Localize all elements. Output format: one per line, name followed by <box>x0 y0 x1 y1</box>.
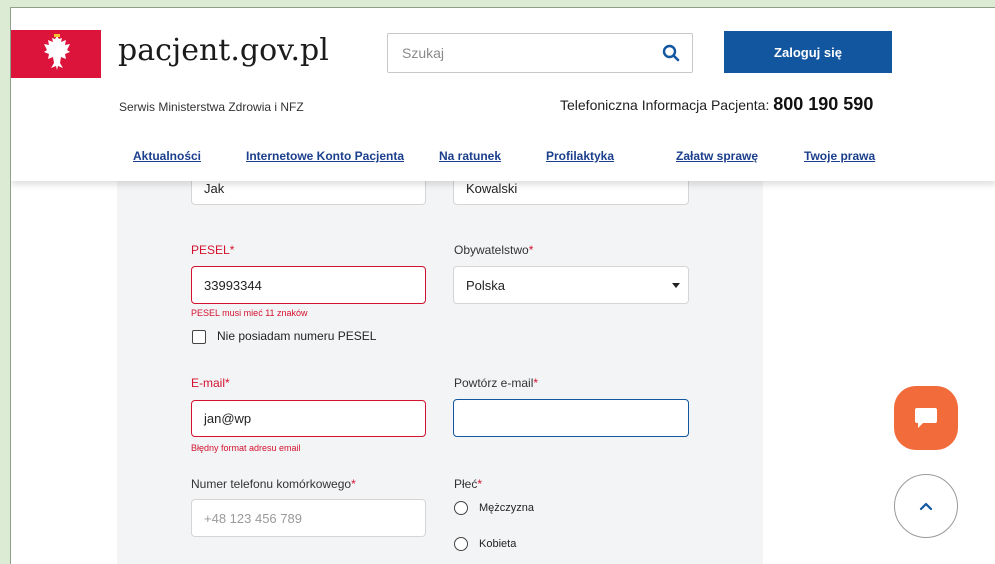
mobile-phone-input[interactable]: +48 123 456 789 <box>191 499 426 537</box>
gender-radio-female[interactable] <box>454 537 468 551</box>
pesel-value: 33993344 <box>204 277 262 293</box>
browser-viewport: Jak Kowalski PESEL* 33993344 PESEL musi … <box>10 7 995 564</box>
email-input[interactable]: jan@wp <box>191 400 426 437</box>
search-icon[interactable] <box>662 44 680 62</box>
nav-item-na-ratunek[interactable]: Na ratunek <box>439 149 501 163</box>
last-name-value: Kowalski <box>466 180 518 196</box>
polish-eagle-icon <box>44 34 70 70</box>
first-name-value: Jak <box>204 180 225 196</box>
pesel-input[interactable]: 33993344 <box>191 266 426 304</box>
no-pesel-label: Nie posiadam numeru PESEL <box>217 329 377 343</box>
email-error: Błędny format adresu email <box>191 443 301 453</box>
email-value: jan@wp <box>204 411 252 426</box>
gender-radio-male[interactable] <box>454 501 468 515</box>
citizenship-value: Polska <box>466 277 506 293</box>
nav-item-zalatw-sprawe[interactable]: Załatw sprawę <box>676 149 758 163</box>
site-header: pacjent.gov.pl Serwis Ministerstwa Zdrow… <box>11 8 995 181</box>
gender-label-female: Kobieta <box>479 538 517 550</box>
phone-label: Telefoniczna Informacja Pacjenta: <box>560 97 770 113</box>
pesel-label: PESEL* <box>191 243 235 257</box>
gender-label: Płeć* <box>454 477 483 491</box>
mobile-phone-placeholder: +48 123 456 789 <box>204 510 302 526</box>
repeat-email-input[interactable] <box>453 399 689 437</box>
mobile-phone-label: Numer telefonu komórkowego* <box>191 477 356 491</box>
emblem[interactable] <box>11 30 101 78</box>
site-title[interactable]: pacjent.gov.pl <box>118 33 329 68</box>
chat-icon <box>915 408 937 428</box>
chevron-down-icon <box>672 283 680 288</box>
citizenship-select[interactable]: Polska <box>453 266 689 304</box>
pesel-error: PESEL musi mieć 11 znaków <box>191 308 308 318</box>
email-label: E-mail* <box>191 376 230 390</box>
login-button[interactable]: Zaloguj się <box>724 31 892 73</box>
no-pesel-checkbox[interactable] <box>192 330 206 344</box>
patient-phone-info: Telefoniczna Informacja Pacjenta: 800 19… <box>560 94 873 115</box>
repeat-email-label: Powtórz e-mail* <box>454 376 539 390</box>
main-nav: Aktualności Internetowe Konto Pacjenta N… <box>11 149 995 169</box>
gender-label-male: Mężczyzna <box>479 502 535 514</box>
scroll-top-button[interactable] <box>894 474 958 538</box>
phone-number[interactable]: 800 190 590 <box>773 94 873 114</box>
nav-item-profilaktyka[interactable]: Profilaktyka <box>546 149 614 163</box>
nav-item-aktualnosci[interactable]: Aktualności <box>133 149 201 163</box>
nav-item-twoje-prawa[interactable]: Twoje prawa <box>804 149 875 163</box>
nav-item-ikp[interactable]: Internetowe Konto Pacjenta <box>246 149 404 163</box>
search-box[interactable] <box>387 33 693 73</box>
site-subtitle: Serwis Ministerstwa Zdrowia i NFZ <box>119 100 304 114</box>
citizenship-label: Obywatelstwo* <box>454 243 534 257</box>
chevron-up-icon <box>919 502 933 511</box>
chat-button[interactable] <box>894 386 958 450</box>
search-input[interactable] <box>388 34 648 72</box>
